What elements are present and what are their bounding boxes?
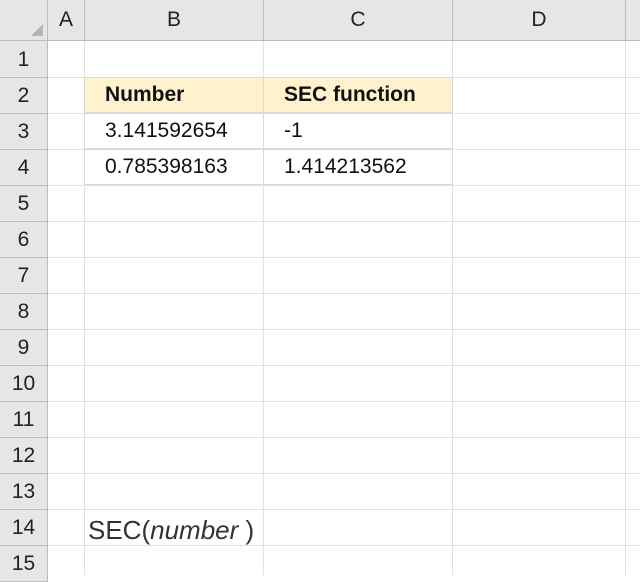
cell-c3[interactable]: -1	[263, 113, 453, 149]
column-header-c[interactable]: C	[264, 0, 453, 41]
row-header-9[interactable]: 9	[0, 330, 48, 366]
sec-syntax-text: SEC(number )	[88, 511, 254, 549]
gridline	[48, 473, 640, 474]
gridline	[48, 257, 640, 258]
row-header-5[interactable]: 5	[0, 186, 48, 222]
gridline	[48, 437, 640, 438]
sec-syntax-close: )	[238, 514, 255, 545]
column-header-d[interactable]: D	[453, 0, 626, 41]
cell-b3[interactable]: 3.141592654	[84, 113, 264, 149]
gridline	[48, 509, 640, 510]
gridline	[48, 293, 640, 294]
gridline	[48, 221, 640, 222]
sec-syntax-name: SEC(	[88, 514, 151, 545]
cell-c2-header-sec-function[interactable]: SEC function	[263, 77, 453, 113]
gridline	[48, 329, 640, 330]
select-all-button[interactable]	[0, 0, 48, 41]
gridline	[48, 365, 640, 366]
column-header-a[interactable]: A	[48, 0, 85, 41]
select-all-triangle-icon	[31, 24, 43, 36]
row-header-1[interactable]: 1	[0, 42, 48, 78]
row-header-10[interactable]: 10	[0, 366, 48, 402]
row-header-6[interactable]: 6	[0, 222, 48, 258]
sec-syntax-argument: number	[150, 514, 239, 545]
row-header-2[interactable]: 2	[0, 78, 48, 114]
row-header-12[interactable]: 12	[0, 438, 48, 474]
row-header-3[interactable]: 3	[0, 114, 48, 150]
row-header-13[interactable]: 13	[0, 474, 48, 510]
gridline	[48, 401, 640, 402]
row-header-8[interactable]: 8	[0, 294, 48, 330]
row-header-7[interactable]: 7	[0, 258, 48, 294]
gridline	[48, 185, 640, 186]
row-header-11[interactable]: 11	[0, 402, 48, 438]
column-header-b[interactable]: B	[85, 0, 264, 41]
row-header-14[interactable]: 14	[0, 510, 48, 546]
cell-b2-header-number[interactable]: Number	[84, 77, 264, 113]
cell-b4[interactable]: 0.785398163	[84, 149, 264, 185]
gridline	[625, 41, 626, 575]
spreadsheet: A B C D 1 2 3 4 5 6 7 8 9 10 11 12 13 14…	[0, 0, 640, 582]
cell-c4[interactable]: 1.414213562	[263, 149, 453, 185]
row-header-4[interactable]: 4	[0, 150, 48, 186]
row-header-15[interactable]: 15	[0, 546, 48, 582]
